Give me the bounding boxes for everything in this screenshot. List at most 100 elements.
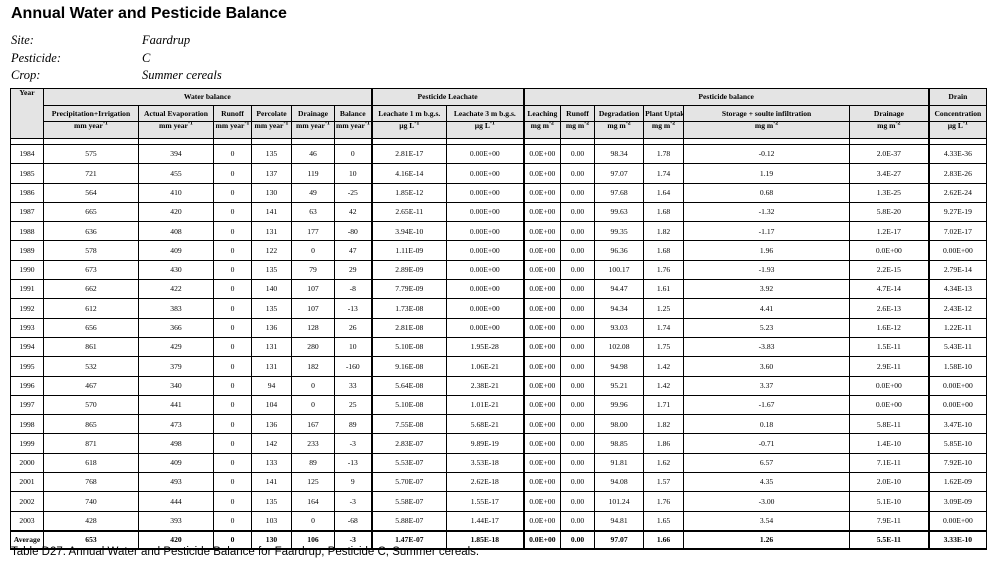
table-cell: 0.00 xyxy=(560,143,596,165)
table-cell: 130 xyxy=(251,182,292,203)
table-cell: 768 xyxy=(43,472,139,493)
table-row: 2001 768 493 0 141 125 9 5.70E-07 2.62E-18 0.0E+0… xyxy=(10,472,987,493)
table-cell: 575 xyxy=(43,143,139,165)
table-cell: 1.74 xyxy=(643,163,685,184)
table-cell: 0.0E+00 xyxy=(849,394,930,416)
table-cell: 7.9E-11 xyxy=(849,510,930,532)
table-cell: 2.38E-21 xyxy=(446,375,525,396)
table-cell: 141 xyxy=(251,472,292,493)
table-cell: 1.71 xyxy=(643,394,685,416)
table-cell: 7.92E-10 xyxy=(927,452,987,474)
table-cell: 0 xyxy=(213,510,252,532)
table-cell: 5.10E-08 xyxy=(370,336,448,358)
table-cell: 467 xyxy=(43,375,139,396)
table-cell: 0 xyxy=(213,336,252,358)
table-cell: -3.83 xyxy=(683,336,851,358)
table-cell: 1.6E-12 xyxy=(849,317,930,338)
column-header: Leachate 3 m b.g.s. xyxy=(446,105,525,122)
average-cell: 1.26 xyxy=(683,529,851,550)
table-cell: 0.0E+00 xyxy=(522,201,562,223)
table-cell: 9.89E-19 xyxy=(446,433,525,454)
table-cell: 2.81E-08 xyxy=(370,317,448,338)
table-cell: -68 xyxy=(333,510,373,532)
table-cell: 1.76 xyxy=(643,259,685,281)
unit-base: mg m xyxy=(754,121,774,130)
table-cell: 0.00 xyxy=(560,201,596,223)
table-cell: 2.65E-11 xyxy=(370,201,448,223)
table-cell: 97.68 xyxy=(594,182,645,203)
table-cell: 861 xyxy=(43,336,139,358)
unit-cell: mg m-2 xyxy=(522,121,562,139)
meta-key: Pesticide: xyxy=(11,51,61,65)
unit-cell: mg m-2 xyxy=(643,121,685,139)
table-cell: 5.8E-20 xyxy=(849,201,930,223)
table-cell: 98.85 xyxy=(594,433,645,454)
table-cell: 740 xyxy=(43,491,139,512)
table-cell: 0.00E+00 xyxy=(446,298,525,319)
table-cell: 4.41 xyxy=(683,298,851,319)
table-cell: 5.70E-07 xyxy=(370,472,448,493)
table-cell: 455 xyxy=(138,163,214,184)
table-row: 1997 570 441 0 104 0 25 5.10E-08 1.01E-21 0.0E+00… xyxy=(10,394,987,416)
table-cell: 1.85E-12 xyxy=(370,182,448,203)
table-cell: 473 xyxy=(138,414,214,435)
table-cell: 4.7E-14 xyxy=(849,279,930,300)
table-cell: 103 xyxy=(251,510,292,532)
table-cell: 0 xyxy=(213,356,252,377)
table-cell: 135 xyxy=(251,143,292,165)
table-cell: 0.00E+00 xyxy=(446,163,525,184)
table-cell: 673 xyxy=(43,259,139,281)
unit-base: mm year xyxy=(296,121,325,130)
table-cell: 1.73E-08 xyxy=(370,298,448,319)
table-cell: 656 xyxy=(43,317,139,338)
unit-exponent: -2 xyxy=(549,121,554,127)
unit-exponent: -1 xyxy=(283,121,289,127)
table-cell: 0 xyxy=(213,240,252,261)
table-cell: 98.34 xyxy=(594,143,645,165)
table-cell: 5.64E-08 xyxy=(370,375,448,396)
unit-cell: mm year-1 xyxy=(333,121,373,139)
table-cell: 0.0E+00 xyxy=(522,414,562,435)
table-cell: 63 xyxy=(291,201,335,223)
table-cell: 47 xyxy=(333,240,373,261)
table-cell: 1.68 xyxy=(643,240,685,261)
table-cell: 182 xyxy=(291,356,335,377)
table-cell: 1.68 xyxy=(643,201,685,223)
table-cell: 136 xyxy=(251,317,292,338)
unit-cell: mm year-1 xyxy=(251,121,292,139)
unit-exponent: -2 xyxy=(625,121,631,127)
table-cell: 2.6E-13 xyxy=(849,298,930,319)
unit-exponent: -1 xyxy=(187,121,193,127)
table-cell: 100.17 xyxy=(594,259,645,281)
table-cell: 0.0E+00 xyxy=(849,375,930,396)
table-cell: -8 xyxy=(333,279,373,300)
table-cell: 383 xyxy=(138,298,214,319)
table-cell: 5.23 xyxy=(683,317,851,338)
unit-exponent: -1 xyxy=(324,121,330,127)
table-cell: 3.53E-18 xyxy=(446,452,525,474)
table-cell: 131 xyxy=(251,221,292,242)
table-cell: 0.0E+00 xyxy=(522,163,562,184)
table-cell: 636 xyxy=(43,221,139,242)
table-cell: 46 xyxy=(291,143,335,165)
unit-base: mm year xyxy=(159,121,188,130)
average-cell: 0.00 xyxy=(560,529,596,550)
table-cell: 26 xyxy=(333,317,373,338)
column-header: Runoff xyxy=(213,105,252,122)
unit-cell: mg m-2 xyxy=(560,121,596,139)
table-cell: 0.0E+00 xyxy=(522,452,562,474)
table-cell: 0 xyxy=(213,259,252,281)
table-cell: 0.00E+00 xyxy=(927,394,987,416)
table-row: 1990 673 430 0 135 79 29 2.89E-09 0.00E+00 0.0E+0… xyxy=(10,259,987,281)
table-caption: Table D27. Annual Water and Pesticide Ba… xyxy=(11,546,480,558)
table-cell: 0.00E+00 xyxy=(446,279,525,300)
table-cell: 871 xyxy=(43,433,139,454)
table-body: 1984 575 394 0 135 46 0 2.81E-17 0.00E+00 0.0E+00… xyxy=(10,143,987,532)
group-drain: Drain xyxy=(927,88,987,106)
table-cell: 1.42 xyxy=(643,356,685,377)
table-cell: 0 xyxy=(213,201,252,223)
column-header: Leaching xyxy=(522,105,562,122)
table-cell: 0 xyxy=(213,472,252,493)
meta-key: Crop: xyxy=(11,68,41,82)
table-cell: -25 xyxy=(333,182,373,203)
